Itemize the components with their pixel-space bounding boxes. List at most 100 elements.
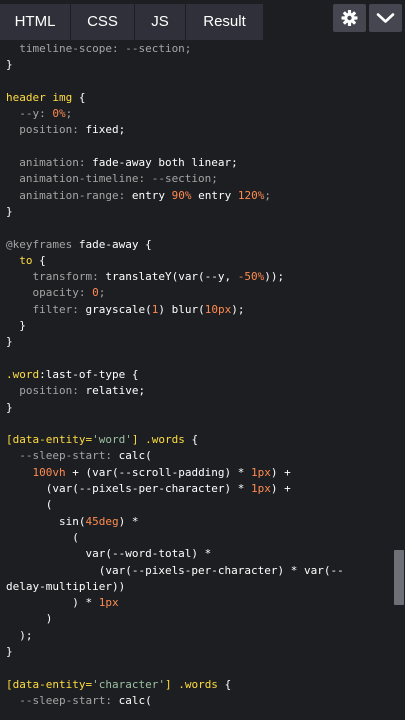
code-token: sin( bbox=[6, 514, 86, 528]
code-token: --y: bbox=[6, 107, 53, 121]
codepen-editor-app: HTML CSS JS Result timeline-scope: --sec… bbox=[0, 0, 405, 720]
code-token: ) * bbox=[118, 514, 139, 528]
code-token: { bbox=[78, 90, 86, 104]
tab-css[interactable]: CSS bbox=[71, 4, 135, 40]
gear-icon bbox=[341, 10, 358, 26]
code-token: :last-of-type { bbox=[39, 367, 139, 381]
code-line: animation-range: entry 90% entry 120%; bbox=[6, 188, 396, 204]
code-token: } bbox=[6, 319, 26, 333]
code-token: } bbox=[6, 400, 13, 414]
code-content[interactable]: timeline-scope: --section;} header img { … bbox=[6, 41, 396, 720]
code-line: animation-timeline: --section; bbox=[6, 171, 396, 187]
code-token: filter: bbox=[6, 302, 86, 316]
editor-scrollbar[interactable] bbox=[394, 550, 404, 605]
code-token: translateY(var(--y, bbox=[105, 270, 238, 284]
code-line: } bbox=[6, 204, 396, 220]
code-token: to bbox=[6, 253, 40, 267]
code-token: } bbox=[6, 58, 13, 72]
code-token: timeline-scope: --section; bbox=[6, 42, 192, 55]
code-line: .word:last-of-type { bbox=[6, 367, 396, 383]
code-line: @keyframes fade-away { bbox=[6, 237, 396, 253]
code-token: -50% bbox=[237, 270, 265, 284]
code-line: ( bbox=[6, 530, 396, 546]
code-token: relative; bbox=[85, 384, 146, 398]
code-token: )); bbox=[264, 270, 285, 284]
code-token: ) + bbox=[270, 482, 291, 496]
code-token: calc( bbox=[118, 693, 152, 707]
code-token: ) + bbox=[270, 465, 291, 479]
code-line: opacity: 0; bbox=[6, 285, 396, 301]
settings-button[interactable] bbox=[333, 4, 366, 32]
code-line: filter: grayscale(1) blur(10px); bbox=[6, 302, 396, 318]
code-token: animation-timeline: --section; bbox=[6, 172, 218, 186]
code-token: ); bbox=[231, 302, 245, 316]
code-token: ( bbox=[6, 498, 53, 512]
code-line: var(--word-total) * bbox=[6, 546, 396, 562]
code-line: } bbox=[6, 318, 396, 334]
code-token: { bbox=[39, 253, 46, 267]
code-token: 'word' bbox=[92, 433, 132, 447]
code-line: sin(45deg) * bbox=[6, 514, 396, 530]
tab-html[interactable]: HTML bbox=[0, 4, 71, 40]
code-token: 1px bbox=[251, 482, 271, 496]
code-token: fade-away both linear; bbox=[92, 156, 238, 170]
collapse-button[interactable] bbox=[369, 4, 402, 32]
code-line: to { bbox=[6, 253, 396, 269]
code-line: ( bbox=[6, 497, 396, 513]
code-token: (var(--pixels-per-character) * var(-- bbox=[6, 563, 344, 577]
code-line: ) bbox=[6, 611, 396, 627]
code-token: [data-entity= bbox=[6, 433, 93, 447]
code-token: 90% bbox=[171, 188, 192, 202]
code-line: --sleep-start: calc( bbox=[6, 693, 396, 709]
code-token: ) blur( bbox=[158, 302, 205, 316]
code-token: 0% bbox=[52, 107, 66, 121]
code-token: 45deg bbox=[85, 514, 119, 528]
code-line: position: fixed; bbox=[6, 122, 396, 138]
css-code-editor[interactable]: timeline-scope: --section;} header img { … bbox=[0, 40, 405, 720]
code-token: [data-entity= bbox=[6, 677, 93, 691]
code-token: fade-away { bbox=[78, 237, 152, 251]
code-token: ] .words bbox=[131, 433, 192, 447]
code-token: 0 bbox=[92, 286, 99, 300]
code-token: delay-multiplier)) bbox=[6, 579, 126, 593]
code-token: } bbox=[6, 204, 13, 218]
code-token: { bbox=[224, 677, 232, 691]
code-line: transform: translateY(var(--y, -50%)); bbox=[6, 269, 396, 285]
code-token: transform: bbox=[6, 270, 106, 284]
code-token: header img bbox=[6, 90, 79, 104]
code-line: ) * 1px bbox=[6, 595, 396, 611]
code-line: [data-entity='word'] .words { bbox=[6, 432, 396, 448]
code-token: opacity: bbox=[6, 286, 93, 300]
code-line: (var(--pixels-per-character) * 1px) + bbox=[6, 481, 396, 497]
code-token: .word bbox=[6, 367, 40, 381]
code-line: animation: fade-away both linear; bbox=[6, 155, 396, 171]
code-token: ] .words bbox=[164, 677, 225, 691]
code-token: entry bbox=[191, 188, 238, 202]
code-token: ; bbox=[65, 107, 73, 121]
code-line: position: relative; bbox=[6, 383, 396, 399]
code-line: --y: 0%; bbox=[6, 106, 396, 122]
tab-js[interactable]: JS bbox=[135, 4, 186, 40]
code-line: 100vh + (var(--scroll-padding) * 1px) + bbox=[6, 465, 396, 481]
code-token: grayscale( bbox=[85, 302, 152, 316]
code-token: ) bbox=[6, 612, 53, 626]
code-line: } bbox=[6, 400, 396, 416]
code-token: ( bbox=[6, 530, 79, 544]
code-token: --sleep-start: bbox=[6, 693, 119, 707]
code-line: ); bbox=[6, 628, 396, 644]
code-token: 1px bbox=[98, 596, 119, 610]
code-line: delay-multiplier)) bbox=[6, 579, 396, 595]
code-line: --sleep-start: calc( bbox=[6, 448, 396, 464]
tab-result[interactable]: Result bbox=[186, 4, 264, 40]
code-token: ) * bbox=[6, 596, 99, 610]
code-token: ); bbox=[6, 628, 33, 642]
code-token: 10px bbox=[204, 302, 232, 316]
code-token: fixed; bbox=[85, 123, 126, 137]
code-token: 120% bbox=[237, 188, 265, 202]
code-token: } bbox=[6, 644, 13, 658]
